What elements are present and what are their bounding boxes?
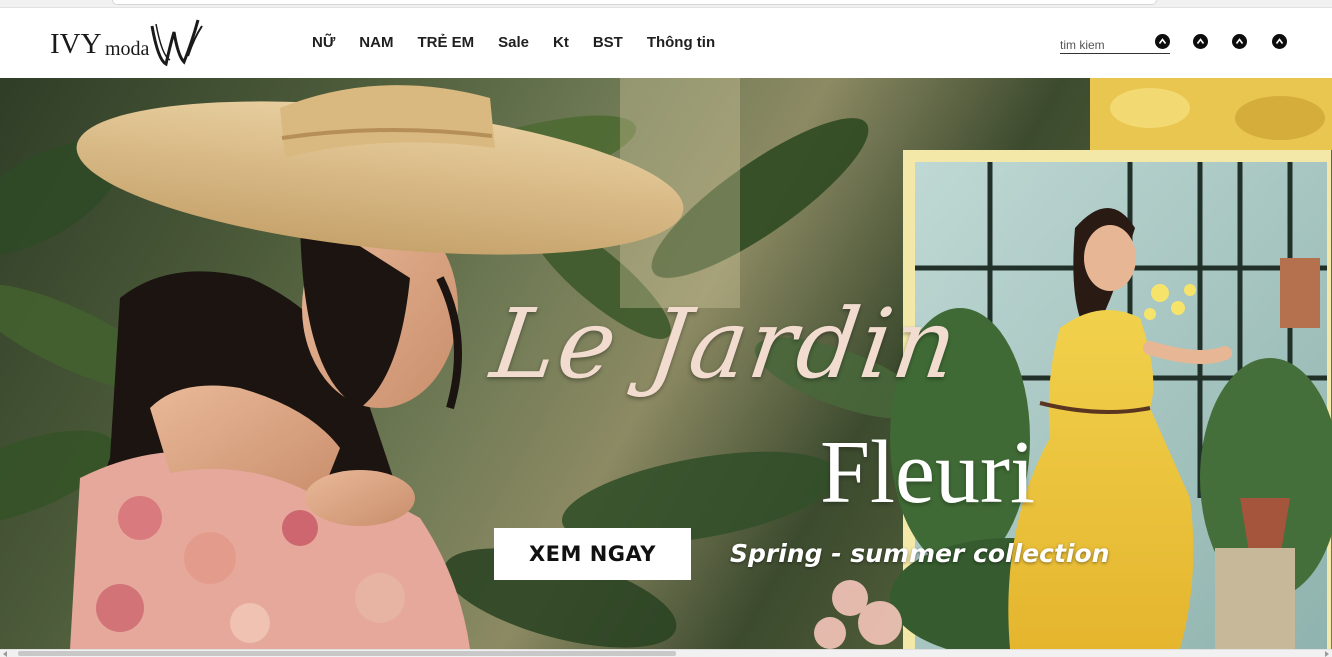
cart-icon[interactable] <box>1272 34 1287 49</box>
search-input[interactable] <box>1060 36 1170 54</box>
nav-item-kids[interactable]: TRẺ EM <box>417 34 474 51</box>
nav-item-info[interactable]: Thông tin <box>647 34 715 51</box>
nav-item-collections[interactable]: BST <box>593 34 623 51</box>
nav-item-women[interactable]: NỮ <box>312 34 335 51</box>
hero-subtitle: Spring - summer collection <box>730 539 1110 568</box>
nav-item-men[interactable]: NAM <box>359 34 393 51</box>
browser-top-strip <box>0 0 1332 8</box>
brand-logo[interactable]: IVY moda <box>48 14 208 72</box>
hero-script-title: Le Jardin <box>485 288 966 400</box>
account-icon[interactable] <box>1193 34 1208 49</box>
scroll-right-icon[interactable] <box>1325 651 1329 657</box>
site-header: IVY moda NỮ NAM TRẺ EM Sale Kt BST Thông… <box>0 8 1332 78</box>
search-icon[interactable] <box>1155 34 1170 49</box>
scrollbar-thumb[interactable] <box>18 651 676 656</box>
logo-suffix: moda <box>105 38 150 60</box>
nav-item-kt[interactable]: Kt <box>553 34 569 51</box>
nav-item-sale[interactable]: Sale <box>498 34 529 51</box>
hero-banner[interactable]: Le Jardin Fleuri XEM NGAY Spring - summe… <box>0 78 1332 649</box>
hero-serif-title: Fleuri <box>820 423 1035 522</box>
logo-text: IVY <box>50 28 102 60</box>
horizontal-scrollbar[interactable] <box>0 649 1332 657</box>
logo-mark-icon <box>150 19 203 67</box>
help-icon[interactable] <box>1232 34 1247 49</box>
scroll-left-icon[interactable] <box>3 651 7 657</box>
shop-now-button[interactable]: XEM NGAY <box>494 528 691 580</box>
main-nav: NỮ NAM TRẺ EM Sale Kt BST Thông tin <box>300 34 739 51</box>
address-bar-edge <box>112 0 1157 5</box>
